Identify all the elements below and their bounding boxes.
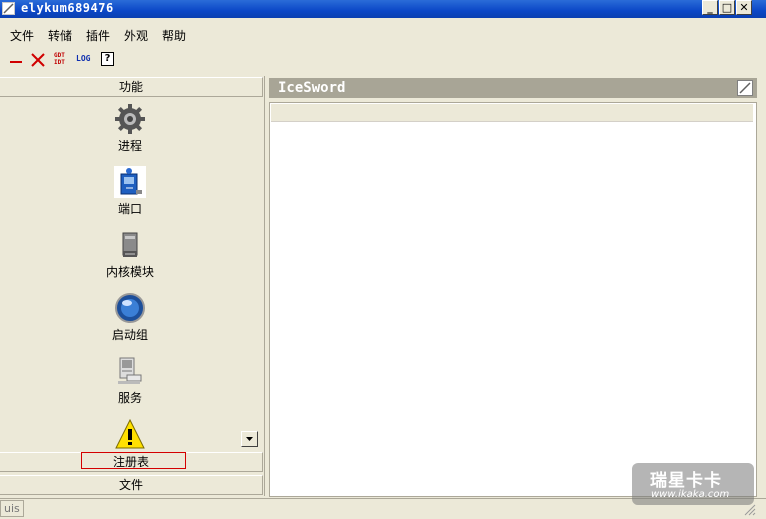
port-label: 端口 <box>117 202 142 216</box>
port-item[interactable]: 端口 <box>80 166 180 217</box>
kernel-module-label: 内核模块 <box>105 265 154 279</box>
gdt-label: GDT <box>54 52 65 59</box>
status-text: uis <box>0 500 24 517</box>
kernel-module-item[interactable]: 内核模块 <box>80 229 180 280</box>
window-title: elykum689476 <box>21 1 114 15</box>
process-label: 进程 <box>117 139 142 153</box>
pin-icon[interactable] <box>737 80 753 96</box>
menu-help[interactable]: 帮助 <box>162 27 186 44</box>
warning-item[interactable] <box>80 418 180 450</box>
title-bar[interactable] <box>0 0 766 18</box>
log-button[interactable]: LOG <box>76 52 96 68</box>
window-border <box>757 20 766 498</box>
service-item[interactable]: 服务 <box>80 355 180 406</box>
menu-file[interactable]: 文件 <box>10 27 34 44</box>
globe-icon <box>114 292 146 324</box>
menu-view[interactable]: 外观 <box>124 27 148 44</box>
port-icon <box>114 166 146 198</box>
watermark-url: www.ikaka.com <box>651 489 730 500</box>
function-header[interactable]: 功能 <box>0 77 263 97</box>
help-icon[interactable]: ? <box>101 52 114 66</box>
list-header[interactable] <box>271 104 753 122</box>
panel-title: IceSword <box>269 78 757 98</box>
disk-icon <box>114 229 146 261</box>
file-header[interactable]: 文件 <box>0 475 263 495</box>
registry-highlight-box <box>81 452 186 469</box>
computer-icon <box>114 355 146 387</box>
watermark-title: 瑞星卡卡 <box>650 471 722 491</box>
gdt-idt-button[interactable]: GDT IDT <box>54 52 70 68</box>
toolbar <box>0 48 766 72</box>
maximize-button[interactable]: □ <box>719 0 735 15</box>
startup-label: 启动组 <box>111 328 148 342</box>
warning-icon <box>114 418 146 450</box>
delete-icon[interactable] <box>30 52 46 68</box>
menu-plugins[interactable]: 插件 <box>86 27 110 44</box>
service-label: 服务 <box>117 391 142 405</box>
scroll-down-button[interactable] <box>241 431 258 447</box>
close-button[interactable]: ✕ <box>736 0 752 15</box>
process-item[interactable]: 进程 <box>80 103 180 154</box>
minimize-button[interactable]: _ <box>702 0 718 15</box>
idt-label: IDT <box>54 59 65 66</box>
app-icon[interactable] <box>2 2 15 15</box>
minus-icon[interactable] <box>8 52 24 68</box>
gear-icon <box>114 103 146 135</box>
menu-bar <box>0 20 766 48</box>
menu-dump[interactable]: 转储 <box>48 27 72 44</box>
content-pane[interactable] <box>269 102 757 497</box>
startup-item[interactable]: 启动组 <box>80 292 180 343</box>
